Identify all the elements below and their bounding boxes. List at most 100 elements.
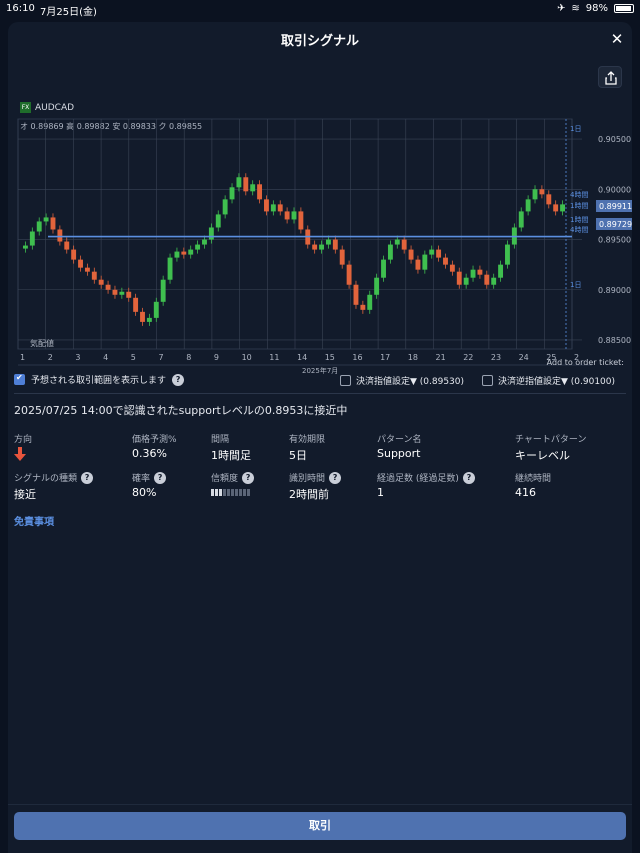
price-chart[interactable]: 0.90500 0.90000 0.89500 0.89000 0.88500 1 2 3 4 5…: [12, 97, 632, 382]
candle-body: [381, 259, 386, 278]
x-tick-label: 8: [186, 353, 191, 362]
interval-label: 間隔: [211, 435, 230, 445]
candle-body: [491, 277, 497, 285]
disclaimer-link[interactable]: 免責事項: [14, 513, 54, 528]
reliability-label: 信頼度: [211, 474, 239, 484]
help-icon[interactable]: ?: [329, 471, 342, 484]
candle-body: [23, 245, 28, 249]
probability-value: 80%: [132, 486, 157, 499]
x-tick-label: 21: [436, 353, 446, 362]
x-tick-label: 11: [269, 353, 279, 362]
candle-body: [71, 249, 77, 260]
x-tick-label: 10: [242, 353, 252, 362]
candle-body: [546, 194, 552, 205]
help-icon[interactable]: ?: [172, 373, 185, 386]
help-icon[interactable]: ?: [154, 471, 167, 484]
x-tick-label: 24: [519, 353, 529, 362]
signal-type-label: シグナルの種類: [14, 474, 78, 484]
candle-body: [443, 257, 448, 265]
candle-body: [291, 211, 297, 220]
price-forecast-label: 価格予測%: [132, 435, 177, 445]
stop-loss-checkbox[interactable]: [482, 375, 493, 386]
candle-body: [429, 249, 435, 255]
candle-body: [64, 241, 70, 250]
candle-body: [456, 271, 462, 285]
expiry-value: 5日: [289, 449, 307, 462]
stop-loss-option[interactable]: 決済逆指値設定▼ (0.90100): [482, 374, 615, 387]
candle-body: [181, 251, 187, 255]
candle-body: [505, 244, 510, 265]
candle-body: [43, 217, 49, 222]
price-forecast-cell: 価格予測% 0.36%: [132, 432, 177, 460]
identified-time-cell: 識別時間? 2時間前: [289, 471, 342, 502]
pattern-name-value: Support: [377, 447, 421, 460]
candle-body: [436, 249, 442, 258]
candle-body: [91, 271, 97, 280]
probability-cell: 確率? 80%: [132, 471, 167, 499]
candle-body: [208, 227, 214, 240]
candle-body: [50, 217, 56, 230]
candle-body: [264, 199, 269, 212]
share-icon[interactable]: [598, 66, 622, 88]
trade-button[interactable]: 取引: [14, 812, 626, 840]
candle-body: [57, 229, 63, 242]
order-options-row: 予想される取引範囲を表示します ? 決済指値設定▼ (0.89530) 決済逆指…: [14, 371, 626, 387]
candle-body: [367, 294, 373, 310]
interval-cell: 間隔 1時間足: [211, 432, 251, 463]
candle-body: [387, 244, 393, 260]
identified-time-value: 2時間前: [289, 488, 329, 501]
y-tick-label: 0.89000: [598, 286, 631, 295]
show-range-option[interactable]: 予想される取引範囲を表示します ?: [14, 373, 185, 386]
candle-body: [229, 187, 235, 200]
help-icon[interactable]: ?: [81, 471, 94, 484]
candle-body: [277, 204, 283, 212]
reliability-segment: [215, 489, 218, 496]
help-icon[interactable]: ?: [462, 471, 475, 484]
candle-body: [188, 249, 194, 255]
reliability-segment: [247, 489, 250, 496]
x-tick-label: 23: [491, 353, 501, 362]
x-tick-label: 4: [103, 353, 108, 362]
reliability-segment: [211, 489, 214, 496]
price-tag: 0.89911: [599, 202, 632, 211]
close-icon[interactable]: ✕: [608, 30, 626, 48]
reliability-cell: 信頼度?: [211, 471, 255, 496]
clock: 16:10: [6, 3, 35, 14]
x-tick-label: 22: [463, 353, 473, 362]
x-tick-label: 5: [131, 353, 136, 362]
candle-body: [539, 189, 545, 195]
chart-pattern-label: チャートパターン: [515, 435, 587, 445]
expiry-label: 有効期限: [289, 435, 326, 445]
bars-elapsed-value: 1: [377, 486, 384, 499]
take-profit-checkbox[interactable]: [340, 375, 351, 386]
show-range-checkbox[interactable]: [14, 373, 25, 385]
candle-body: [29, 231, 35, 246]
duration-value: 416: [515, 486, 536, 499]
airplane-icon: ✈: [556, 3, 566, 14]
candle-body: [202, 239, 207, 245]
candle-body: [195, 244, 201, 250]
signal-description: 2025/07/25 14:00で認識されたsupportレベルの0.8953に…: [14, 404, 348, 417]
candle-body: [415, 259, 421, 270]
candle-body: [284, 211, 290, 220]
candle-body: [140, 311, 145, 322]
candle-body: [449, 264, 455, 272]
price-tag: 0.89729: [599, 220, 632, 229]
identified-time-label: 識別時間: [289, 474, 326, 484]
candle-body: [374, 277, 380, 295]
reliability-segment: [223, 489, 226, 496]
bars-elapsed-cell: 経過足数 (経過足数)? 1: [377, 471, 475, 499]
take-profit-option[interactable]: 決済指値設定▼ (0.89530): [340, 374, 464, 387]
signal-type-header: シグナルの種類?: [14, 471, 94, 484]
probability-label: 確率: [132, 474, 151, 484]
bars-elapsed-label: 経過足数 (経過足数): [377, 474, 459, 484]
candle-body: [222, 199, 228, 215]
candle-body: [36, 221, 42, 232]
candle-body: [394, 239, 400, 245]
help-icon[interactable]: ?: [242, 471, 255, 484]
candle-body: [133, 297, 139, 312]
x-tick-label: 7: [159, 353, 164, 362]
candle-body: [498, 264, 504, 278]
candle-body: [560, 204, 565, 212]
period-label: 4時間: [570, 191, 588, 199]
